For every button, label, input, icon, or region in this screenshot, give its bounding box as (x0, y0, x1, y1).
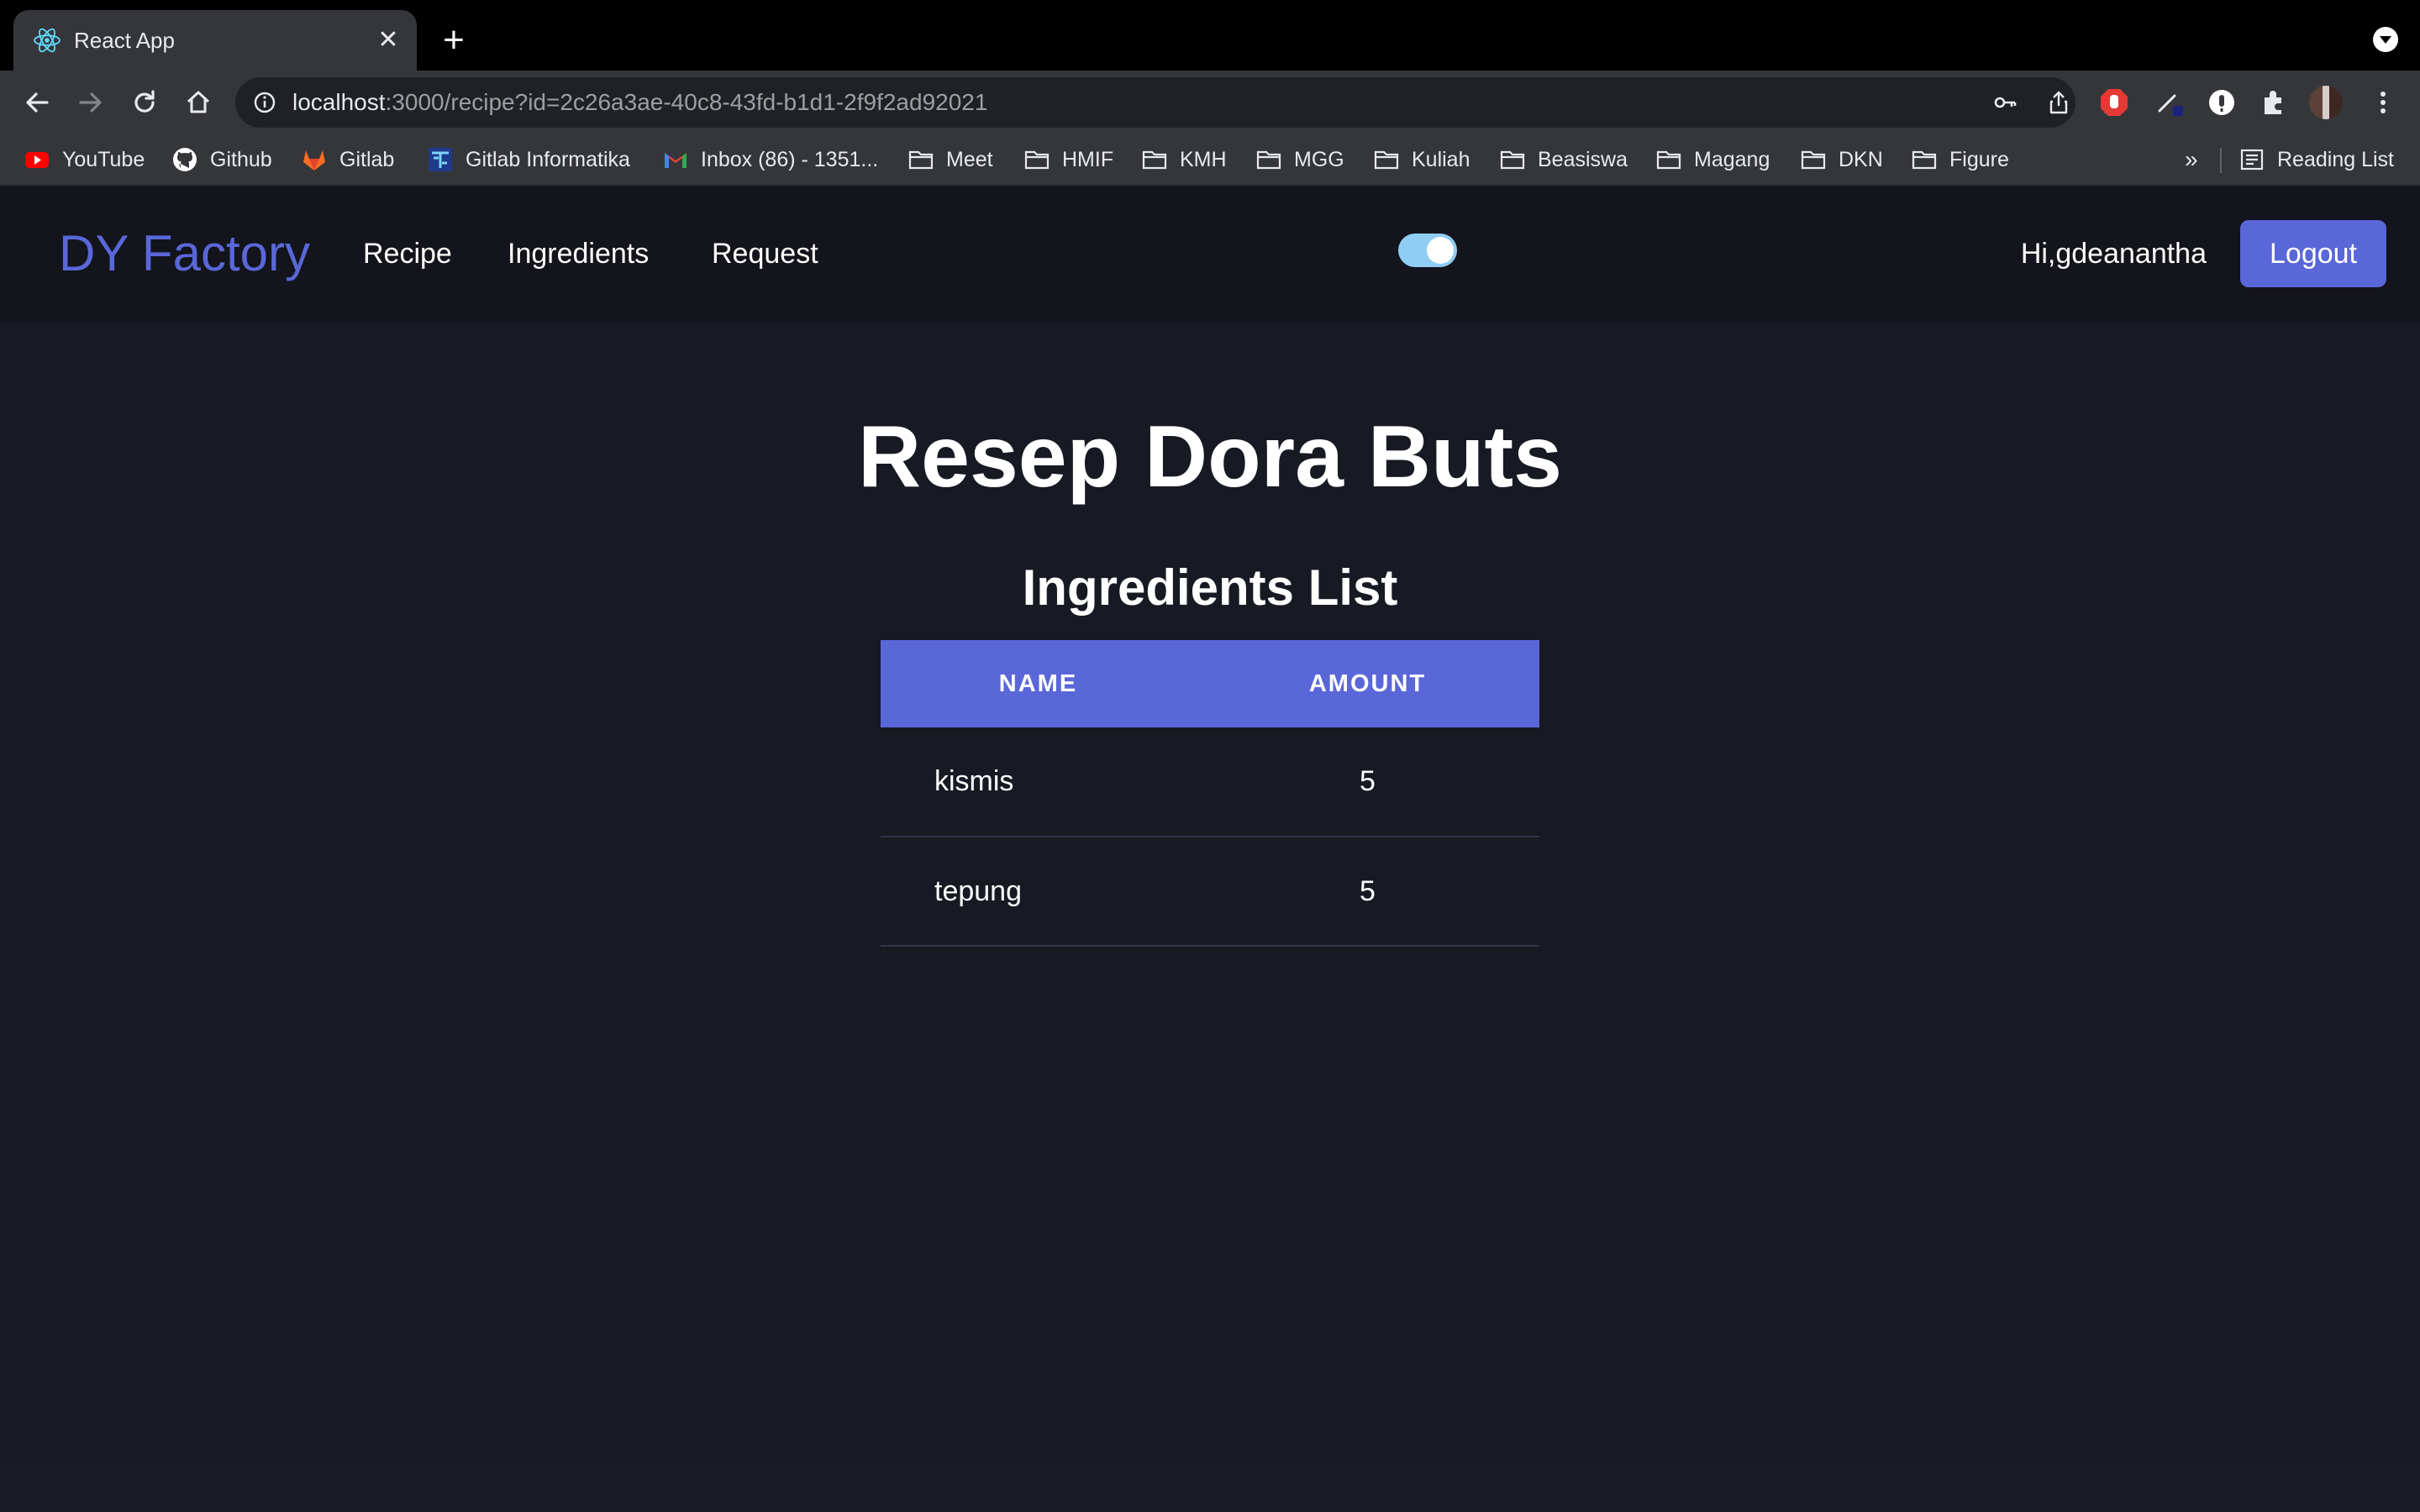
bookmark-label: Inbox (86) - 1351... (701, 147, 879, 171)
bookmark-gitlab-informatika[interactable]: Gitlab Informatika (427, 143, 630, 176)
address-bar[interactable]: localhost:3000/recipe?id=2c26a3ae-40c8-4… (235, 77, 2125, 128)
bookmark-folder-beasiswa[interactable]: Beasiswa (1499, 143, 1628, 176)
tab-title: React App (74, 28, 175, 53)
more-bookmarks-button[interactable]: » (2185, 143, 2198, 176)
react-icon (34, 28, 60, 53)
theme-toggle[interactable] (1398, 234, 1457, 267)
url-path: :3000/recipe?id=2c26a3ae-40c8-43fd-b1d1-… (385, 89, 988, 115)
ingredient-amount: 5 (1196, 837, 1539, 947)
bookmark-label: Gitlab (339, 147, 395, 171)
bookmark-label: DKN (1839, 147, 1883, 171)
bookmark-folder-meet[interactable]: Meet (908, 143, 993, 176)
eyedropper-extension-icon[interactable] (2153, 86, 2186, 119)
bookmark-label: Kuliah (1412, 147, 1470, 171)
bookmark-folder-dkn[interactable]: DKN (1800, 143, 1883, 176)
logout-button[interactable]: Logout (2240, 220, 2386, 287)
folder-icon (1801, 150, 1826, 170)
table-row: kismis 5 (881, 727, 1539, 837)
column-header-amount: AMOUNT (1196, 640, 1539, 727)
nav-recipe[interactable]: Recipe (363, 235, 452, 272)
gitlab-icon (303, 150, 325, 171)
forward-icon[interactable] (74, 86, 108, 119)
profile-avatar[interactable] (2309, 86, 2343, 119)
reading-list-icon (2240, 149, 2264, 171)
bookmarks-divider (2220, 148, 2222, 173)
bookmark-github[interactable]: Github (171, 143, 272, 176)
close-tab-icon[interactable]: ✕ (373, 25, 403, 55)
bookmark-label: Beasiswa (1538, 147, 1628, 171)
folder-icon (1024, 150, 1050, 170)
lastpass-extension-icon[interactable] (2205, 86, 2238, 119)
bookmark-label: Meet (946, 147, 993, 171)
brand-logo[interactable]: DY Factory (59, 223, 310, 284)
url-host: localhost (292, 89, 386, 115)
extensions-icon[interactable] (2257, 86, 2291, 119)
browser-tab[interactable]: React App ✕ (13, 10, 417, 71)
reload-icon[interactable] (128, 86, 161, 119)
share-icon[interactable] (2045, 89, 2072, 116)
bookmark-label: YouTube (62, 147, 145, 171)
nav-ingredients[interactable]: Ingredients (508, 235, 649, 272)
bookmarks-bar: YouTube Github Gitlab Gitlab Informatika… (0, 134, 2420, 186)
bookmark-folder-kuliah[interactable]: Kuliah (1373, 143, 1470, 176)
url-text: localhost:3000/recipe?id=2c26a3ae-40c8-4… (292, 89, 987, 116)
reading-list-label: Reading List (2277, 147, 2394, 171)
browser-tab-strip: React App ✕ + (0, 0, 2420, 71)
bookmark-label: MGG (1294, 147, 1344, 171)
site-info-icon[interactable] (252, 90, 277, 115)
gitlab-informatika-icon (429, 148, 452, 171)
bookmark-folder-magang[interactable]: Magang (1655, 143, 1770, 176)
bookmark-youtube[interactable]: YouTube (24, 143, 145, 176)
reading-list-button[interactable]: Reading List (2238, 143, 2394, 176)
adblock-extension-icon[interactable] (2097, 86, 2131, 119)
bookmark-folder-figure[interactable]: Figure (1911, 143, 2009, 176)
bookmark-label: Gitlab Informatika (466, 147, 630, 171)
app-navbar: DY Factory Recipe Ingredients Request Hi… (0, 186, 2420, 321)
recipe-detail-page: Resep Dora Buts Ingredients List NAME AM… (0, 321, 2420, 1463)
youtube-icon (25, 152, 49, 168)
ingredient-amount: 5 (1196, 727, 1539, 837)
new-tab-button[interactable]: + (437, 22, 471, 59)
user-greeting: Hi,gdeanantha (2020, 238, 2207, 270)
key-icon[interactable] (1991, 89, 2018, 116)
bookmark-label: Magang (1694, 147, 1770, 171)
page-footer (0, 1463, 2420, 1512)
folder-icon (1500, 150, 1525, 170)
bookmark-folder-kmh[interactable]: KMH (1141, 143, 1227, 176)
bookmark-gitlab[interactable]: Gitlab (301, 143, 394, 176)
gmail-icon (665, 153, 687, 168)
folder-icon (908, 150, 934, 170)
toggle-knob (1427, 237, 1454, 264)
bookmark-gmail[interactable]: Inbox (86) - 1351... (662, 143, 878, 176)
folder-icon (1142, 150, 1167, 170)
bookmark-label: Github (210, 147, 272, 171)
kebab-menu-icon[interactable] (2366, 86, 2400, 119)
table-row: tepung 5 (881, 837, 1539, 947)
column-header-name: NAME (881, 640, 1196, 727)
folder-icon (1256, 150, 1281, 170)
bookmark-label: HMIF (1062, 147, 1114, 171)
bookmark-folder-mgg[interactable]: MGG (1255, 143, 1344, 176)
ingredient-name: tepung (881, 837, 1196, 947)
browser-toolbar: localhost:3000/recipe?id=2c26a3ae-40c8-4… (0, 71, 2420, 134)
table-header-row: NAME AMOUNT (881, 640, 1539, 727)
github-icon (173, 148, 197, 171)
bookmark-label: Figure (1949, 147, 2009, 171)
folder-icon (1656, 150, 1681, 170)
tab-search-icon[interactable] (2373, 27, 2398, 52)
ingredients-list-title: Ingredients List (1022, 559, 1398, 616)
bookmark-folder-hmif[interactable]: HMIF (1023, 143, 1113, 176)
back-icon[interactable] (20, 86, 54, 119)
folder-icon (1912, 150, 1937, 170)
nav-request[interactable]: Request (712, 235, 818, 272)
ingredient-name: kismis (881, 727, 1196, 837)
home-icon[interactable] (182, 86, 215, 119)
ingredients-table: NAME AMOUNT kismis 5 tepung 5 (881, 640, 1539, 947)
page-title: Resep Dora Buts (858, 408, 1562, 506)
bookmark-label: KMH (1180, 147, 1227, 171)
folder-icon (1374, 150, 1399, 170)
